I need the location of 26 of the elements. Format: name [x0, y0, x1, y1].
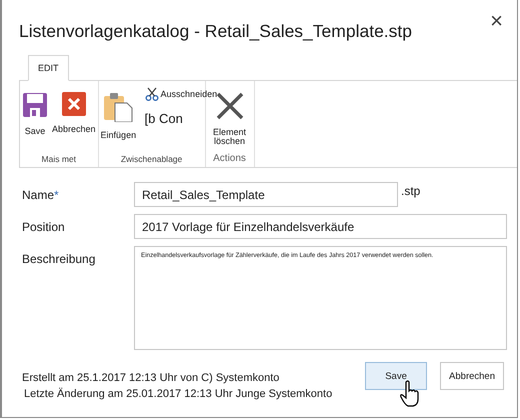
group-label: Mais met	[40, 154, 78, 166]
scissors-icon	[144, 87, 159, 101]
created-info: Erstellt am 25.1.2017 12:13 Uhr von C) Systemkonto	[22, 372, 280, 384]
cross-icon	[216, 92, 244, 120]
window-title: Listenvorlagenkatalog - Retail_Sales_Template.stp	[19, 21, 412, 43]
group-label: Actions	[212, 153, 247, 166]
close-button[interactable]: ×	[490, 8, 503, 30]
cancel-button[interactable]: Abbrechen	[440, 362, 504, 390]
save-button[interactable]: Save	[365, 362, 428, 390]
save-button[interactable]: Save	[20, 89, 50, 139]
cancel-button[interactable]: Abbrechen	[50, 89, 98, 137]
modified-info: Letzte Änderung am 25.01.2017 12:13 Uhr Junge Systemkonto	[23, 388, 334, 400]
cut-button[interactable]: Ausschneiden	[144, 87, 218, 101]
field-label: Name*	[22, 187, 60, 202]
ribbon-tab[interactable]: EDIT	[28, 55, 69, 81]
paste-button[interactable]: Einfügen	[98, 89, 138, 143]
copy-button[interactable]: [b Con	[144, 111, 183, 126]
group-label: Zwischenablage	[120, 154, 184, 166]
hand-cursor-icon	[399, 380, 422, 408]
input-field[interactable]: Retail_Sales_Template	[134, 182, 398, 207]
clipboard-icon	[103, 92, 134, 122]
field-label: Beschreibung	[22, 251, 96, 266]
extension-text: .stp	[400, 183, 420, 198]
input-field[interactable]: 2017 Vorlage für Einzelhandelsverkäufe	[134, 214, 507, 239]
close-icon	[62, 92, 86, 116]
field-label: Position	[22, 219, 66, 234]
